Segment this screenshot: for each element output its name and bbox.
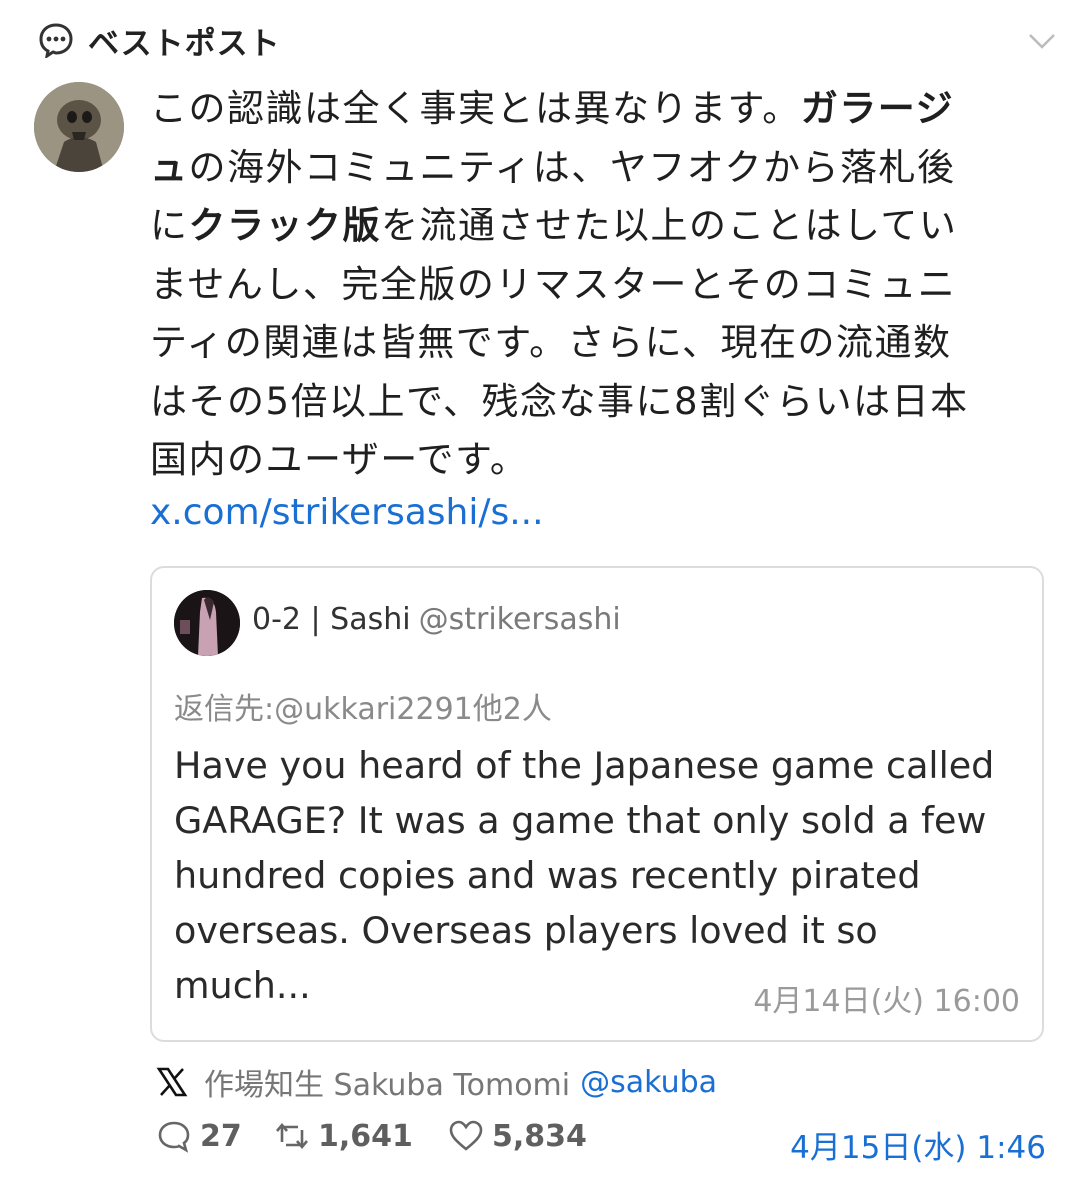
quote-body: Have you heard of the Japanese game call… [174, 744, 995, 1007]
like-stat[interactable]: 5,834 [448, 1118, 587, 1154]
post-date[interactable]: 4月15日(水) 1:46 [790, 1122, 1046, 1167]
quote-author: 0-2 | Sashi @strikersashi [252, 602, 621, 637]
stats-row: 27 1,641 5,834 4月15日(水) 1:46 [156, 1118, 1046, 1167]
reply-count: 27 [200, 1118, 242, 1154]
source-handle[interactable]: @sakuba [580, 1065, 717, 1100]
avatar[interactable] [34, 82, 124, 172]
x-logo-icon [156, 1067, 188, 1097]
quote-card[interactable]: 0-2 | Sashi @strikersashi 返信先:@ukkari2291… [150, 566, 1044, 1042]
quote-date: 4月14日(火) 16:00 [753, 984, 1020, 1019]
repost-icon [276, 1122, 308, 1150]
post-link[interactable]: x.com/strikersashi/s... [150, 492, 544, 533]
quote-author-handle: @strikersashi [418, 602, 621, 637]
source-row[interactable]: 作場知生 Sakuba Tomomi @sakuba [156, 1060, 717, 1104]
post-text: この認識は全く事実とは異なります。ガラージュの海外コミュニティは、ヤフオクから落… [150, 80, 980, 490]
like-icon [449, 1120, 483, 1151]
header-title: ベストポスト [88, 26, 281, 62]
post-text-bold-segment: クラック版 [188, 204, 381, 247]
reply-stat[interactable]: 27 [156, 1118, 242, 1154]
post-text-segment: この認識は全く事実とは異なります。 [150, 87, 801, 130]
speech-bubble-icon [39, 23, 73, 58]
repost-stat[interactable]: 1,641 [274, 1118, 413, 1154]
quote-avatar[interactable] [174, 590, 240, 656]
chevron-down-icon[interactable] [1024, 22, 1060, 58]
source-name: 作場知生 Sakuba Tomomi [204, 1068, 571, 1103]
repost-count: 1,641 [318, 1118, 413, 1154]
quote-author-name: 0-2 | Sashi [252, 602, 411, 637]
like-count: 5,834 [492, 1118, 587, 1154]
reply-icon [158, 1121, 190, 1153]
header: ベストポスト [38, 12, 1060, 62]
quote-reply-to: 返信先:@ukkari2291他2人 [174, 692, 552, 727]
